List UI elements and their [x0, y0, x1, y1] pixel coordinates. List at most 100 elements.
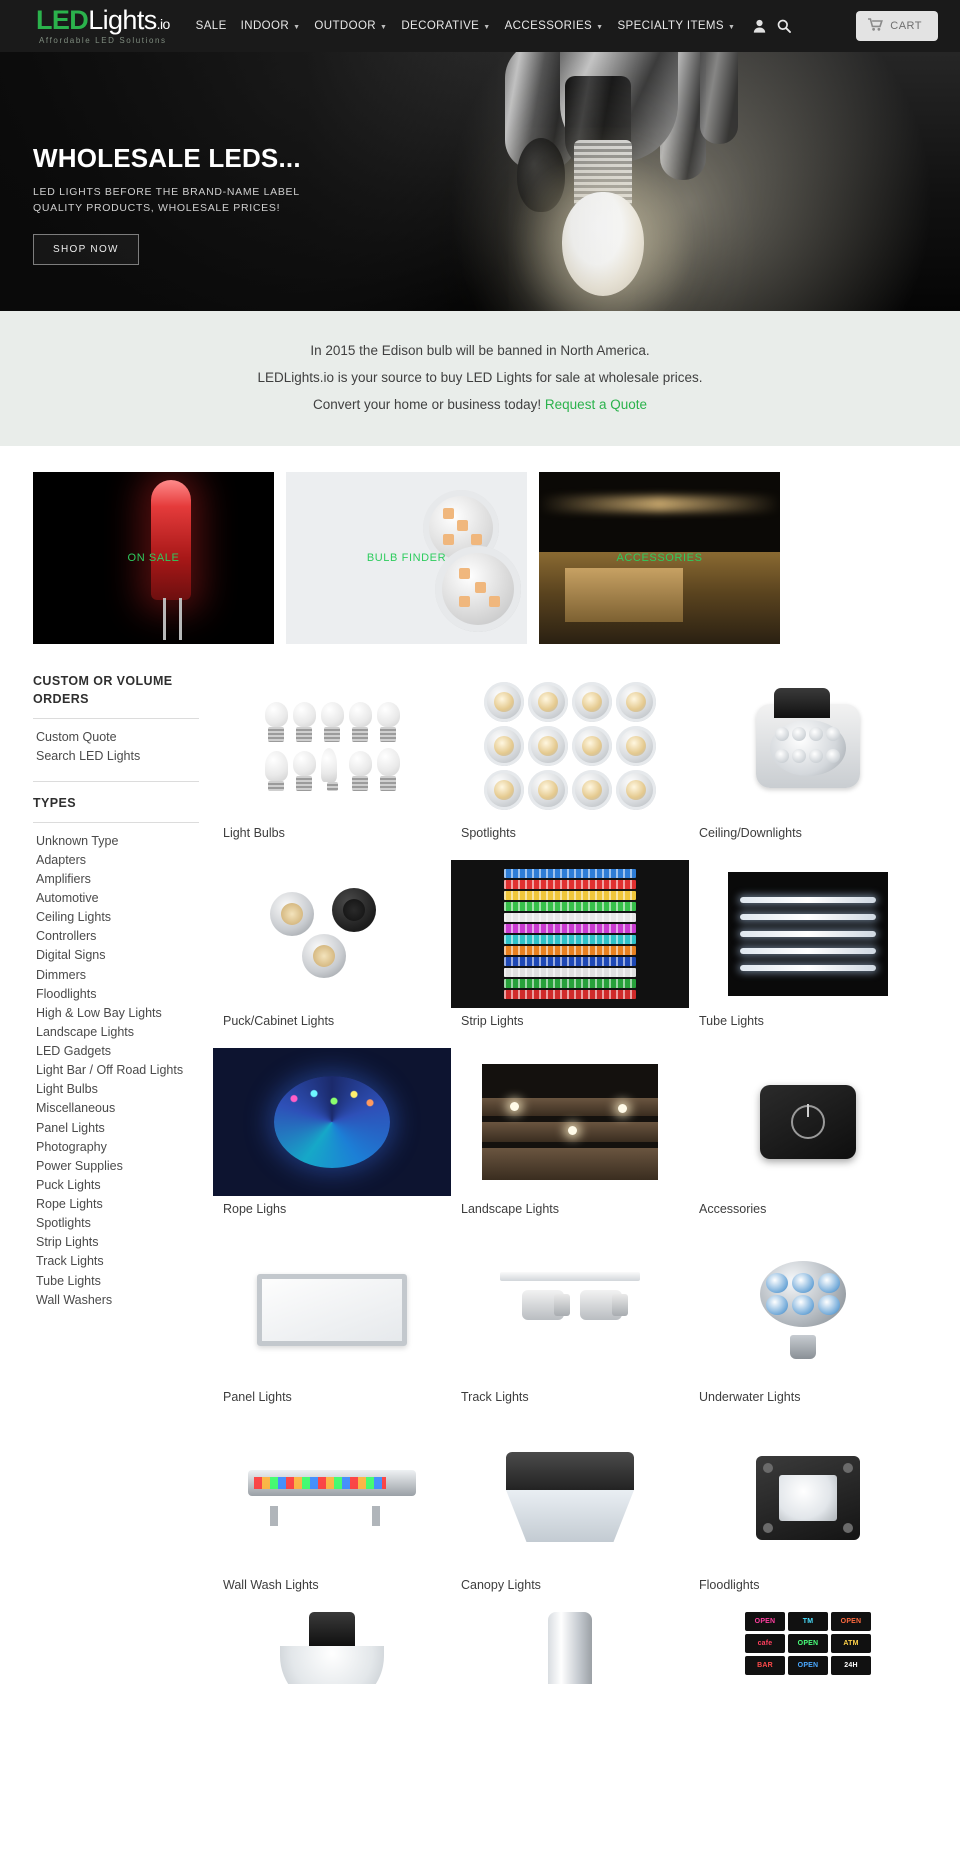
- promo-tile-bulb-finder[interactable]: BULB FINDER: [286, 472, 527, 644]
- product-label[interactable]: Underwater Lights: [689, 1384, 927, 1404]
- product-label[interactable]: Wall Wash Lights: [213, 1572, 451, 1592]
- sidebar-item-custom-quote[interactable]: Custom Quote: [33, 728, 199, 747]
- product-card-accessories[interactable]: Accessories: [689, 1048, 927, 1236]
- sidebar-item-light-bar-off-road-lights[interactable]: Light Bar / Off Road Lights: [33, 1061, 199, 1080]
- request-a-quote-link[interactable]: Request a Quote: [545, 397, 647, 412]
- product-card-panel-lights[interactable]: Panel Lights: [213, 1236, 451, 1424]
- product-card-track-lights[interactable]: Track Lights: [451, 1236, 689, 1424]
- cart-button[interactable]: CART: [856, 11, 938, 41]
- product-card-tube-lights[interactable]: Tube Lights: [689, 860, 927, 1048]
- product-label[interactable]: Spotlights: [451, 820, 689, 840]
- site-header: LEDLights.io Affordable LED Solutions SA…: [0, 0, 960, 52]
- product-card-spotlights[interactable]: Spotlights: [451, 672, 689, 860]
- sidebar-item-rope-lights[interactable]: Rope Lights: [33, 1195, 199, 1214]
- nav-item-sale[interactable]: SALE: [196, 20, 227, 32]
- product-label[interactable]: Puck/Cabinet Lights: [213, 1008, 451, 1028]
- product-card-digital-signs[interactable]: OPEN TM OPEN cafe OPEN ATM BAR OPEN 24H: [689, 1612, 927, 1710]
- sidebar-item-track-lights[interactable]: Track Lights: [33, 1252, 199, 1271]
- sidebar-item-ceiling-lights[interactable]: Ceiling Lights: [33, 908, 199, 927]
- product-card-underwater-lights[interactable]: Underwater Lights: [689, 1236, 927, 1424]
- sidebar-item-dimmers[interactable]: Dimmers: [33, 966, 199, 985]
- product-thumbnail: [213, 672, 451, 820]
- product-card-ceiling-downlights[interactable]: Ceiling/Downlights: [689, 672, 927, 860]
- announcement-line-3: Convert your home or business today! Req…: [0, 391, 960, 418]
- sidebar-item-controllers[interactable]: Controllers: [33, 927, 199, 946]
- product-grid: Light Bulbs Spotlights Ceiling/Downlight…: [213, 672, 927, 1710]
- sidebar-item-miscellaneous[interactable]: Miscellaneous: [33, 1099, 199, 1118]
- product-label[interactable]: [213, 1684, 451, 1690]
- nav-item-decorative[interactable]: DECORATIVE ▼: [401, 20, 490, 32]
- product-thumbnail: [689, 1048, 927, 1196]
- sidebar-item-high-low-bay-lights[interactable]: High & Low Bay Lights: [33, 1004, 199, 1023]
- product-label[interactable]: Rope Lighs: [213, 1196, 451, 1216]
- product-card-rope-lights[interactable]: Rope Lighs: [213, 1048, 451, 1236]
- product-label[interactable]: Canopy Lights: [451, 1572, 689, 1592]
- nav-item-indoor[interactable]: INDOOR ▼: [241, 20, 301, 32]
- cart-icon: [868, 18, 884, 34]
- product-card-landscape-lights[interactable]: Landscape Lights: [451, 1048, 689, 1236]
- sidebar-item-unknown-type[interactable]: Unknown Type: [33, 832, 199, 851]
- product-thumbnail: [451, 860, 689, 1008]
- product-label[interactable]: Floodlights: [689, 1572, 927, 1592]
- nav-item-specialty-items[interactable]: SPECIALTY ITEMS ▼: [617, 20, 735, 32]
- nav-item-accessories[interactable]: ACCESSORIES ▼: [505, 20, 604, 32]
- sidebar-item-wall-washers[interactable]: Wall Washers: [33, 1291, 199, 1310]
- product-card-high-bay-lights[interactable]: [213, 1612, 451, 1710]
- shop-now-button[interactable]: SHOP NOW: [33, 234, 139, 266]
- sidebar-item-panel-lights[interactable]: Panel Lights: [33, 1119, 199, 1138]
- search-icon[interactable]: [777, 19, 792, 33]
- sidebar-item-landscape-lights[interactable]: Landscape Lights: [33, 1023, 199, 1042]
- sidebar-item-search-led-lights[interactable]: Search LED Lights: [33, 747, 199, 766]
- sign-text: OPEN: [840, 1618, 862, 1625]
- product-label[interactable]: Track Lights: [451, 1384, 689, 1404]
- sidebar-item-tube-lights[interactable]: Tube Lights: [33, 1272, 199, 1291]
- nav-item-outdoor[interactable]: OUTDOOR ▼: [314, 20, 387, 32]
- sidebar-item-puck-lights[interactable]: Puck Lights: [33, 1176, 199, 1195]
- site-logo[interactable]: LEDLights.io Affordable LED Solutions: [36, 7, 170, 46]
- product-label[interactable]: Strip Lights: [451, 1008, 689, 1028]
- chevron-down-icon: ▼: [727, 23, 736, 31]
- product-card-wall-wash-lights[interactable]: Wall Wash Lights: [213, 1424, 451, 1612]
- sidebar-item-floodlights[interactable]: Floodlights: [33, 985, 199, 1004]
- sign-text: BAR: [757, 1662, 773, 1669]
- logo-tagline: Affordable LED Solutions: [39, 36, 167, 45]
- chevron-down-icon: ▼: [483, 23, 491, 31]
- product-card-strip-lights[interactable]: Strip Lights: [451, 860, 689, 1048]
- sidebar-item-spotlights[interactable]: Spotlights: [33, 1214, 199, 1233]
- sidebar-item-strip-lights[interactable]: Strip Lights: [33, 1233, 199, 1252]
- sidebar-item-photography[interactable]: Photography: [33, 1138, 199, 1157]
- product-label[interactable]: Tube Lights: [689, 1008, 927, 1028]
- product-label[interactable]: Ceiling/Downlights: [689, 820, 927, 840]
- product-label[interactable]: Landscape Lights: [451, 1196, 689, 1216]
- product-label[interactable]: [451, 1684, 689, 1690]
- nav-label: OUTDOOR: [314, 20, 376, 32]
- sidebar-item-automotive[interactable]: Automotive: [33, 889, 199, 908]
- sidebar-item-led-gadgets[interactable]: LED Gadgets: [33, 1042, 199, 1061]
- product-card-floodlights[interactable]: Floodlights: [689, 1424, 927, 1612]
- sign-text: 24H: [844, 1662, 858, 1669]
- product-label[interactable]: Panel Lights: [213, 1384, 451, 1404]
- promo-tile-on-sale[interactable]: ON SALE: [33, 472, 274, 644]
- product-card-canopy-lights[interactable]: Canopy Lights: [451, 1424, 689, 1612]
- sidebar-item-power-supplies[interactable]: Power Supplies: [33, 1157, 199, 1176]
- user-icon[interactable]: [753, 19, 766, 33]
- product-label[interactable]: [689, 1684, 927, 1690]
- product-thumbnail: OPEN TM OPEN cafe OPEN ATM BAR OPEN 24H: [689, 1612, 927, 1684]
- product-card-corn-bulb[interactable]: [451, 1612, 689, 1710]
- hero-subtitle: LED LIGHTS BEFORE THE BRAND-NAME LABEL Q…: [33, 184, 301, 217]
- sidebar-item-digital-signs[interactable]: Digital Signs: [33, 946, 199, 965]
- product-thumbnail: [689, 860, 927, 1008]
- product-thumbnail: [451, 1612, 689, 1684]
- promo-tile-accessories[interactable]: ACCESSORIES: [539, 472, 780, 644]
- product-label[interactable]: Accessories: [689, 1196, 927, 1216]
- main-content: CUSTOM OR VOLUME ORDERS Custom Quote Sea…: [0, 644, 960, 1710]
- sign-text: cafe: [757, 1640, 773, 1647]
- sidebar-item-adapters[interactable]: Adapters: [33, 851, 199, 870]
- product-label[interactable]: Light Bulbs: [213, 820, 451, 840]
- sidebar-heading-types: TYPES: [33, 780, 199, 823]
- sidebar-item-light-bulbs[interactable]: Light Bulbs: [33, 1080, 199, 1099]
- product-thumbnail: [689, 1424, 927, 1572]
- sidebar-item-amplifiers[interactable]: Amplifiers: [33, 870, 199, 889]
- product-card-light-bulbs[interactable]: Light Bulbs: [213, 672, 451, 860]
- product-card-puck-cabinet-lights[interactable]: Puck/Cabinet Lights: [213, 860, 451, 1048]
